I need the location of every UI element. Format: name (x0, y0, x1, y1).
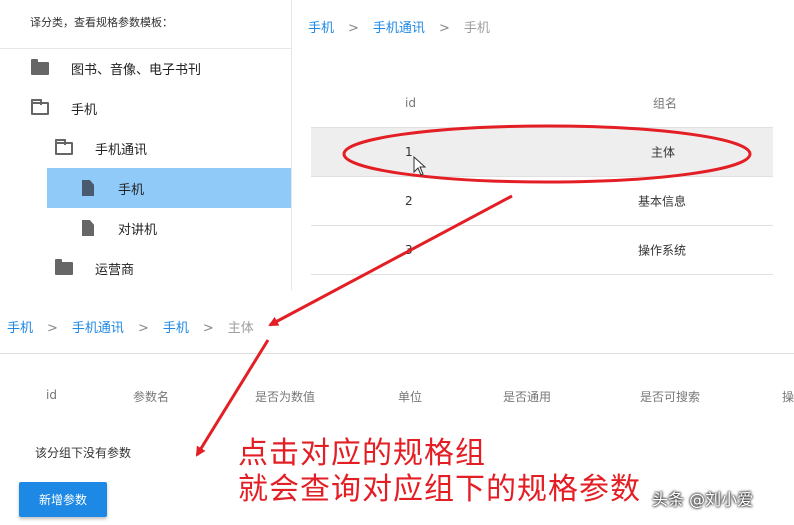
file-icon (82, 180, 94, 196)
tree-node-operator[interactable]: 运营商 (0, 248, 291, 288)
table-row[interactable]: 3 操作系统 (311, 226, 773, 275)
file-icon (82, 220, 94, 236)
breadcrumb-separator: > (47, 321, 58, 336)
cell-group-name: 基本信息 (638, 194, 687, 209)
param-table-header: id 参数名 是否为数值 单位 是否通用 是否可搜索 操 (0, 388, 794, 408)
tree-node-books[interactable]: 图书、音像、电子书刊 (0, 48, 291, 88)
table-header-row: id 组名 (311, 78, 773, 128)
folder-open-icon (55, 138, 73, 155)
tree-hint-text: 译分类，查看规格参数模板： (30, 16, 173, 29)
spec-group-table: id 组名 1 主体 2 基本信息 3 操作系统 (311, 78, 773, 275)
column-header-id: id (405, 95, 416, 110)
folder-icon (31, 58, 49, 75)
folder-open-icon (31, 98, 49, 115)
tree-node-label: 图书、音像、电子书刊 (71, 62, 202, 78)
breadcrumb-link[interactable]: 手机通讯 (373, 21, 425, 36)
table-row[interactable]: 1 主体 (311, 128, 773, 177)
tree-node-phone-communication[interactable]: 手机通讯 (0, 128, 291, 168)
column-header-param-name: 参数名 (133, 390, 170, 404)
breadcrumb-link[interactable]: 手机 (163, 321, 189, 336)
column-header-is-searchable: 是否可搜索 (640, 390, 701, 404)
annotation-line: 就会查询对应组下的规格参数 (238, 472, 641, 507)
tree-node-label: 手机 (71, 102, 98, 118)
cell-id: 2 (405, 194, 413, 208)
breadcrumb-current: 主体 (227, 321, 254, 336)
breadcrumb: 手机 > 手机通讯 > 手机 > 主体 (7, 317, 254, 336)
breadcrumb-link[interactable]: 手机 (308, 21, 334, 36)
tree-node-label: 手机通讯 (95, 142, 148, 158)
column-header-is-numeric: 是否为数值 (255, 390, 316, 404)
add-param-button[interactable]: 新增参数 (19, 482, 107, 517)
tree-node-phone-selected[interactable]: 手机 (47, 168, 291, 208)
cell-id: 3 (405, 243, 413, 257)
divider (0, 353, 794, 354)
breadcrumb-link[interactable]: 手机 (7, 321, 33, 336)
column-header-unit: 单位 (398, 390, 423, 404)
annotation-text: 点击对应的规格组 就会查询对应组下的规格参数 (238, 436, 641, 508)
breadcrumb-current: 手机 (463, 21, 490, 36)
breadcrumb-separator: > (348, 21, 359, 36)
tree-node-phone[interactable]: 手机 (0, 88, 291, 128)
column-header-actions: 操 (782, 390, 794, 404)
column-header-id: id (46, 388, 57, 402)
breadcrumb-separator: > (202, 321, 214, 336)
breadcrumb: 手机 > 手机通讯 > 手机 (308, 17, 490, 36)
tree-node-label: 对讲机 (118, 222, 158, 238)
column-header-is-generic: 是否通用 (503, 390, 552, 404)
breadcrumb-link[interactable]: 手机通讯 (72, 321, 124, 336)
tree-node-label: 运营商 (95, 262, 135, 278)
cell-group-name: 操作系统 (638, 243, 687, 258)
table-row[interactable]: 2 基本信息 (311, 177, 773, 226)
empty-params-message: 该分组下没有参数 (35, 446, 132, 460)
category-tree-panel: 译分类，查看规格参数模板： 图书、音像、电子书刊 手机 手机通讯 手机 对讲机 … (0, 0, 292, 290)
breadcrumb-separator: > (438, 21, 450, 36)
folder-icon (55, 258, 73, 275)
cell-group-name: 主体 (651, 145, 676, 160)
cell-id: 1 (405, 145, 413, 159)
tree-node-label: 手机 (118, 182, 145, 198)
annotation-line: 点击对应的规格组 (238, 436, 486, 471)
tree-node-walkie-talkie[interactable]: 对讲机 (0, 208, 291, 248)
watermark: 头条 @刘小爱 (652, 490, 754, 509)
column-header-group-name: 组名 (653, 96, 678, 110)
breadcrumb-separator: > (137, 321, 149, 336)
